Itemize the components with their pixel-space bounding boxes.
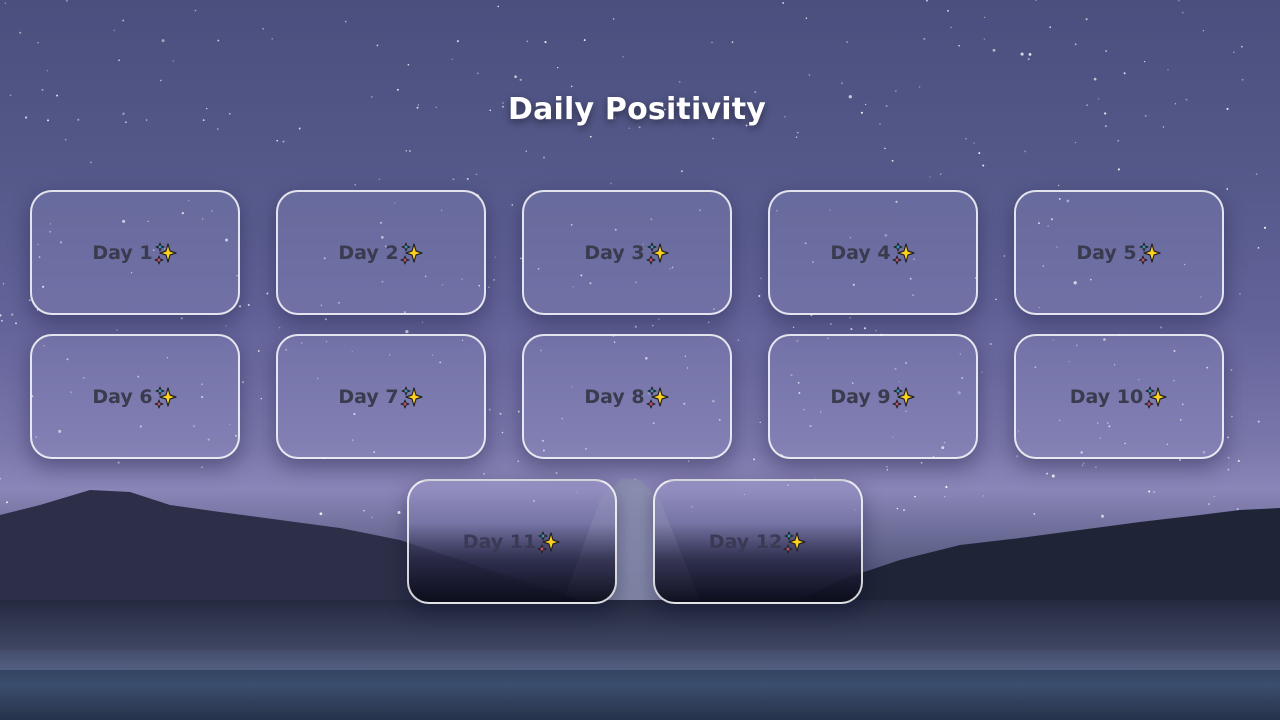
- day-card-label: Day 2: [338, 241, 423, 265]
- sparkles-icon: [400, 241, 424, 265]
- day-card-label: Day 4: [830, 241, 915, 265]
- day-card-label: Day 6: [92, 385, 177, 409]
- day-card-6[interactable]: Day 6: [30, 334, 240, 459]
- day-card-text: Day 11: [462, 530, 537, 553]
- day-card-text: Day 10: [1069, 385, 1144, 408]
- sparkles-icon: [154, 385, 178, 409]
- day-card-11[interactable]: Day 11: [407, 479, 617, 604]
- day-card-label: Day 1: [92, 241, 177, 265]
- day-card-text: Day 7: [338, 385, 399, 408]
- day-card-1[interactable]: Day 1: [30, 190, 240, 315]
- day-card-10[interactable]: Day 10: [1014, 334, 1224, 459]
- sparkles-icon: [537, 530, 561, 554]
- day-card-text: Day 2: [338, 241, 399, 264]
- day-card-label: Day 8: [584, 385, 669, 409]
- sparkles-icon: [646, 241, 670, 265]
- day-card-label: Day 11: [463, 530, 561, 554]
- day-card-12[interactable]: Day 12: [653, 479, 863, 604]
- day-card-text: Day 4: [830, 241, 891, 264]
- sparkles-icon: [892, 241, 916, 265]
- sparkles-icon: [646, 385, 670, 409]
- day-card-7[interactable]: Day 7: [276, 334, 486, 459]
- sparkles-icon: [1138, 241, 1162, 265]
- day-card-text: Day 12: [708, 530, 783, 553]
- day-card-4[interactable]: Day 4: [768, 190, 978, 315]
- day-card-label: Day 9: [830, 385, 915, 409]
- day-card-label: Day 10: [1070, 385, 1168, 409]
- day-card-label: Day 5: [1076, 241, 1161, 265]
- day-card-text: Day 3: [584, 241, 645, 264]
- day-card-2[interactable]: Day 2: [276, 190, 486, 315]
- day-card-label: Day 3: [584, 241, 669, 265]
- sparkles-icon: [154, 241, 178, 265]
- day-card-3[interactable]: Day 3: [522, 190, 732, 315]
- day-card-9[interactable]: Day 9: [768, 334, 978, 459]
- sparkles-icon: [400, 385, 424, 409]
- day-card-text: Day 5: [1076, 241, 1137, 264]
- day-card-8[interactable]: Day 8: [522, 334, 732, 459]
- day-card-text: Day 9: [830, 385, 891, 408]
- day-card-label: Day 7: [338, 385, 423, 409]
- day-card-5[interactable]: Day 5: [1014, 190, 1224, 315]
- day-card-text: Day 8: [584, 385, 645, 408]
- sparkles-icon: [892, 385, 916, 409]
- sparkles-icon: [1144, 385, 1168, 409]
- day-card-text: Day 1: [92, 241, 153, 264]
- day-card-label: Day 12: [709, 530, 807, 554]
- sparkles-icon: [783, 530, 807, 554]
- page-title: Daily Positivity: [507, 92, 766, 128]
- day-card-text: Day 6: [92, 385, 153, 408]
